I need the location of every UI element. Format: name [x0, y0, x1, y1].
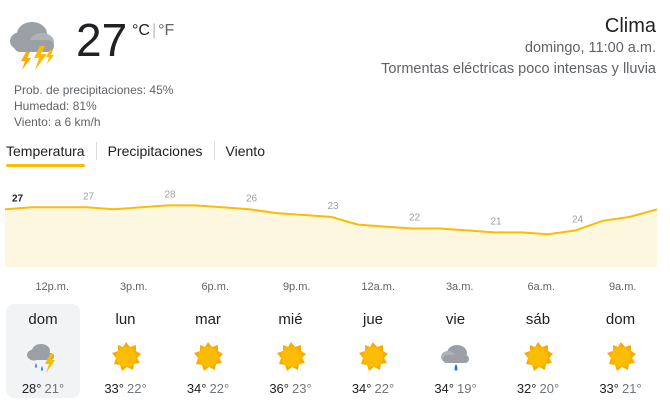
day-temperatures: 33° 21° — [584, 381, 658, 396]
sun-icon — [359, 342, 388, 371]
day-temperatures: 34° 22° — [336, 381, 410, 396]
day-temperatures: 34° 22° — [171, 381, 245, 396]
day-name: lun — [115, 311, 136, 328]
x-tick-label: 6a.m. — [527, 281, 555, 293]
day-temperatures: 28° 21° — [6, 381, 80, 396]
value-label: 23 — [327, 201, 339, 212]
high-temp: 33° — [599, 381, 619, 396]
low-temp: 20° — [539, 381, 560, 396]
value-label: 28 — [164, 189, 176, 200]
x-tick-label: 6p.m. — [201, 281, 229, 293]
unit-separator: | — [151, 22, 157, 39]
chart-tabs: Temperatura Precipitaciones Viento — [6, 138, 265, 168]
low-temp: 22° — [127, 381, 147, 396]
x-tick-label: 3p.m. — [120, 281, 148, 293]
day-temperatures: 33° 22° — [89, 381, 163, 396]
value-label: 27 — [12, 193, 24, 204]
x-tick-label: 9p.m. — [283, 281, 311, 293]
low-temp: 21° — [622, 381, 642, 396]
day-card[interactable]: vie 34° 19° — [419, 304, 493, 398]
day-name: jue — [362, 311, 384, 328]
temperature-area — [5, 205, 657, 267]
sun-icon — [111, 342, 141, 371]
wind-speed: Viento: a 6 km/h — [14, 115, 101, 129]
day-temperatures: 32° 20° — [501, 381, 575, 396]
sun-icon — [194, 342, 223, 371]
high-temp: 28° — [21, 381, 42, 396]
day-temperatures: 36° 23° — [254, 381, 328, 396]
current-weather: 27 °C | °F Prob. de precipitaciones: 45% H… — [6, 12, 336, 132]
sun-icon — [606, 342, 636, 371]
high-temp: 34° — [434, 381, 454, 396]
value-label: 27 — [83, 191, 95, 202]
low-temp: 22° — [374, 381, 395, 396]
day-name: mar — [195, 311, 221, 328]
hourly-temperature-chart: 27 27 28 26 23 22 21 24 12p.m. 3p.m. 6p.m. 9p.m. 12a… — [4, 189, 658, 293]
high-temp: 33° — [104, 381, 124, 396]
high-temp: 34° — [186, 381, 207, 396]
unit-toggle: °C | °F — [132, 22, 174, 40]
day-name: dom — [28, 311, 58, 328]
date-time: domingo, 11:00 a.m. — [524, 40, 656, 56]
day-temperatures: 34° 19° — [419, 381, 493, 396]
tab-viento[interactable]: Viento — [226, 139, 265, 167]
weather-title: Clima — [604, 15, 656, 37]
daily-forecast: dom 28° 21° lun 33° 22° mar 34° 22° mié 36° 23° jue 3… — [6, 304, 666, 400]
day-card[interactable]: mié 36° 23° — [254, 304, 328, 398]
value-label: 22 — [409, 213, 421, 224]
thunderstorm-icon — [10, 22, 54, 70]
day-card[interactable]: lun 33° 22° — [89, 304, 163, 398]
value-label: 24 — [572, 214, 584, 225]
tab-precipitaciones[interactable]: Precipitaciones — [108, 139, 203, 167]
tab-divider — [213, 142, 215, 160]
fahrenheit-button[interactable]: °F — [158, 22, 174, 40]
day-card[interactable]: mar 34° 22° — [171, 304, 245, 398]
weather-details: Prob. de precipitaciones: 45% Humedad: 8… — [14, 82, 173, 130]
day-name: dom — [605, 311, 636, 328]
high-temp: 34° — [351, 381, 372, 396]
high-temp: 32° — [516, 381, 537, 396]
condition-text: Tormentas eléctricas poco intensas y llu… — [381, 61, 656, 77]
x-tick-label: 9a.m. — [609, 281, 637, 293]
value-label: 26 — [246, 193, 258, 204]
thunderstorm-icon — [27, 344, 55, 373]
tab-temperatura[interactable]: Temperatura — [6, 139, 85, 167]
sun-icon — [276, 342, 306, 371]
day-card[interactable]: jue 34° 22° — [336, 304, 410, 398]
celsius-button[interactable]: °C — [132, 22, 150, 40]
x-tick-label: 12p.m. — [35, 281, 69, 293]
x-tick-label: 12a.m. — [361, 281, 395, 293]
low-temp: 22° — [209, 381, 230, 396]
sun-icon — [524, 342, 553, 371]
x-tick-label: 3a.m. — [446, 281, 474, 293]
low-temp: 23° — [292, 381, 312, 396]
day-name: sáb — [525, 311, 551, 328]
value-label: 21 — [490, 216, 502, 227]
low-temp: 21° — [44, 381, 65, 396]
current-temperature: 27 — [76, 14, 128, 66]
day-name: mié — [278, 311, 303, 328]
humidity: Humedad: 81% — [14, 99, 97, 113]
day-card[interactable]: dom 33° 21° — [584, 304, 658, 398]
rain-cloud-icon — [440, 345, 469, 371]
low-temp: 19° — [457, 381, 477, 396]
tab-divider — [95, 142, 97, 160]
day-card[interactable]: dom 28° 21° — [6, 304, 80, 398]
high-temp: 36° — [269, 381, 289, 396]
precipitation-chance: Prob. de precipitaciones: 45% — [14, 83, 174, 97]
location-info: Clima domingo, 11:00 a.m. Tormentas eléc… — [381, 14, 656, 80]
day-card[interactable]: sáb 32° 20° — [501, 304, 575, 398]
day-name: vie — [445, 311, 466, 328]
